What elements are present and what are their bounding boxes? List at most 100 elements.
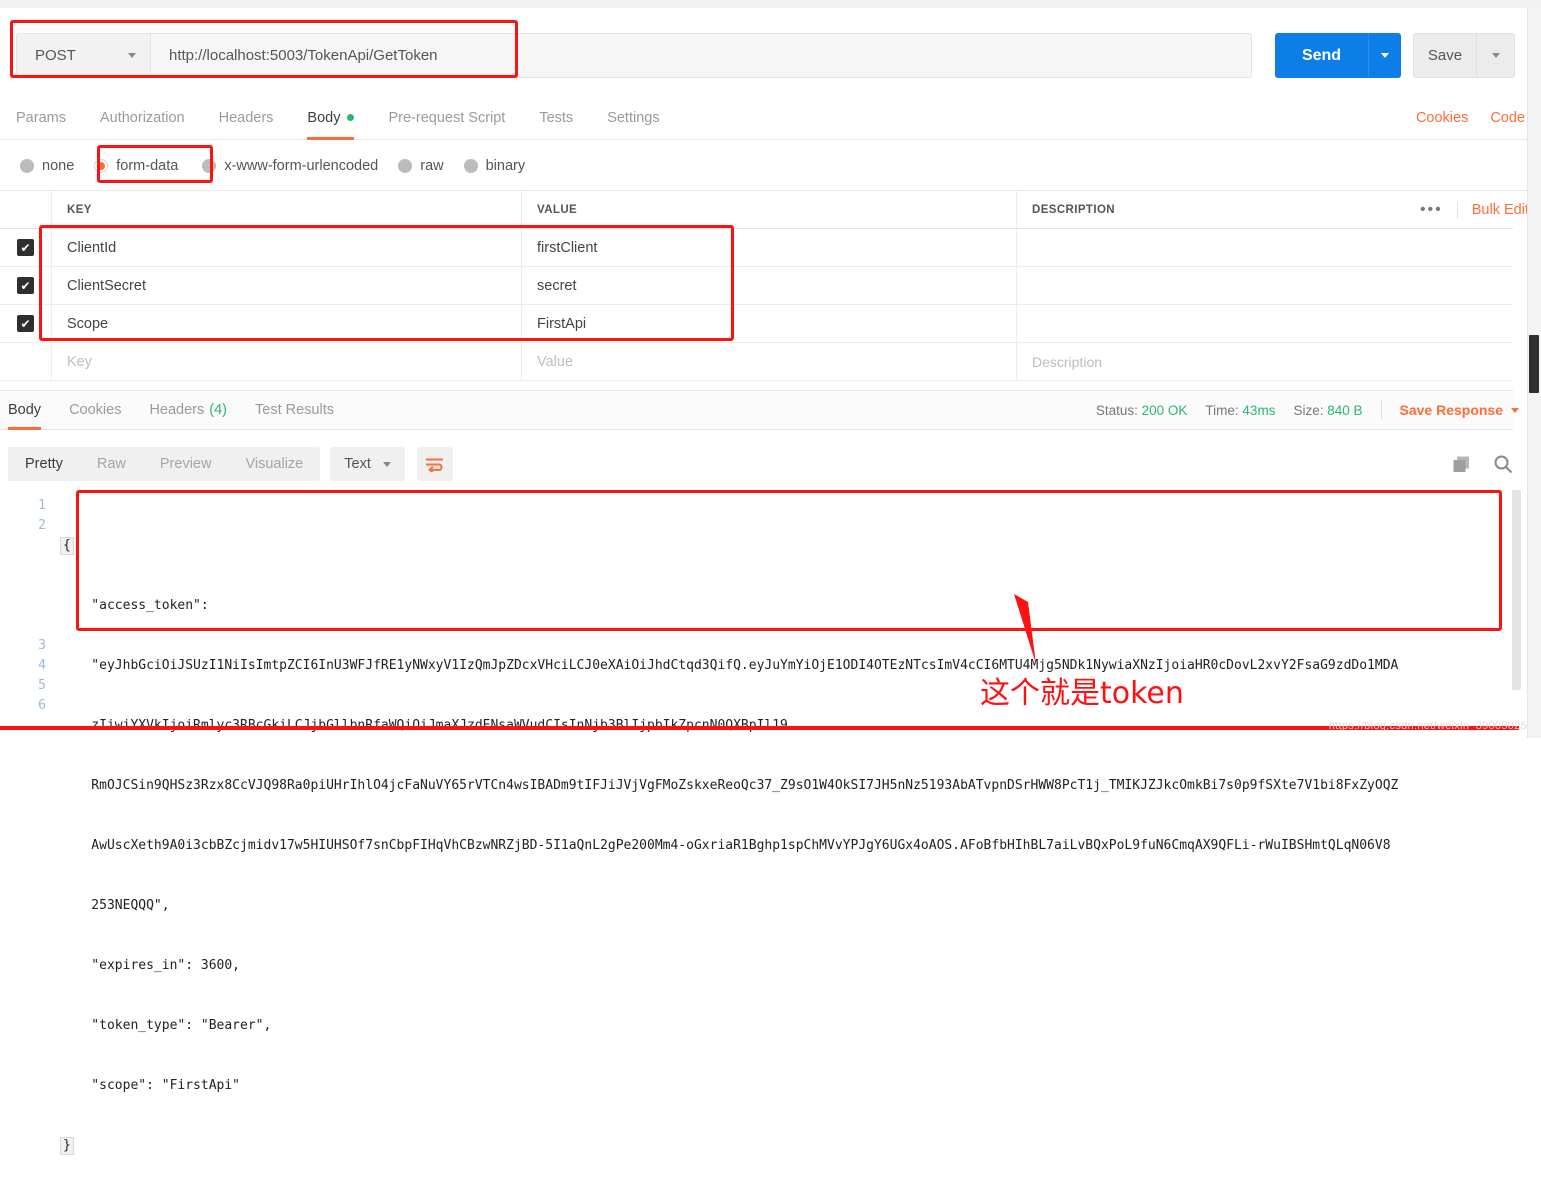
cookies-link[interactable]: Cookies	[1416, 110, 1468, 126]
code-line: "token_type": "Bearer",	[60, 1018, 272, 1033]
row-description-input[interactable]	[1017, 267, 1513, 304]
new-value-input[interactable]: Value	[522, 343, 1017, 380]
new-key-input[interactable]: Key	[52, 343, 522, 380]
divider	[1380, 401, 1382, 419]
response-scrollbar-thumb[interactable]	[1512, 490, 1521, 690]
view-mode-segmented-control: Pretty Raw Preview Visualize	[8, 447, 321, 481]
copy-icon[interactable]	[1452, 455, 1471, 474]
view-mode-raw[interactable]: Raw	[80, 447, 143, 481]
row-description-input[interactable]	[1017, 229, 1513, 266]
radio-icon	[20, 158, 34, 173]
response-tab-headers[interactable]: Headers (4)	[149, 390, 227, 430]
time-value: 43ms	[1242, 402, 1276, 418]
line-number: 4	[38, 658, 46, 673]
response-tab-cookies[interactable]: Cookies	[69, 390, 121, 430]
word-wrap-button[interactable]	[416, 447, 453, 481]
tab-settings[interactable]: Settings	[607, 96, 659, 140]
save-response-label: Save Response	[1399, 402, 1504, 418]
request-url-bar: POST http://localhost:5003/TokenApi/GetT…	[0, 8, 1541, 86]
code-line: {	[60, 536, 1513, 556]
row-key-input[interactable]: Scope	[52, 305, 522, 342]
line-number-spacer	[0, 616, 46, 636]
table-row[interactable]: ClientSecret secret	[0, 267, 1513, 305]
row-description-input[interactable]	[1017, 305, 1513, 342]
save-button[interactable]: Save	[1414, 34, 1476, 77]
new-description-input[interactable]: Description	[1017, 343, 1513, 380]
code-line: AwUscXeth9A0i3cbBZcjmidv17w5HIUHSOf7snCb…	[60, 838, 1391, 853]
row-check-cell	[0, 267, 52, 304]
row-check-cell	[0, 229, 52, 266]
response-tab-test-results[interactable]: Test Results	[255, 390, 334, 430]
chevron-down-icon	[1491, 53, 1500, 58]
tab-tests[interactable]: Tests	[539, 96, 573, 140]
chevron-down-icon	[382, 461, 391, 467]
code-text[interactable]: { "access_token": "eyJhbGciOiJSUzI1NiIsI…	[60, 488, 1513, 1155]
chevron-down-icon	[128, 53, 136, 58]
url-input[interactable]: http://localhost:5003/TokenApi/GetToken	[151, 34, 1251, 77]
bulk-edit-button[interactable]: Bulk Edit	[1472, 202, 1529, 218]
send-button[interactable]: Send	[1275, 33, 1368, 78]
response-tab-body[interactable]: Body	[8, 390, 42, 430]
headers-count: (4)	[209, 402, 227, 418]
body-type-binary[interactable]: binary	[463, 158, 525, 174]
row-value-input[interactable]: secret	[522, 267, 1017, 304]
row-key-input[interactable]: ClientSecret	[52, 267, 522, 304]
response-meta: Status: 200 OK Time: 43ms Size: 840 B Sa…	[1096, 390, 1519, 430]
response-body-code[interactable]: 1 2 3 4 5 6 { "access_token": "eyJhbGciO…	[0, 488, 1513, 1155]
save-response-button[interactable]: Save Response	[1399, 402, 1519, 418]
tab-label: Tests	[539, 109, 574, 126]
row-value-input[interactable]: FirstApi	[522, 305, 1017, 342]
window-top-strip	[0, 0, 1541, 8]
view-mode-preview[interactable]: Preview	[143, 447, 229, 481]
method-and-url-group: POST http://localhost:5003/TokenApi/GetT…	[16, 33, 1252, 78]
window-scrollbar-thumb[interactable]	[1529, 335, 1539, 393]
tab-body[interactable]: Body	[307, 96, 355, 140]
row-value-input[interactable]: firstClient	[522, 229, 1017, 266]
table-row[interactable]: ClientId firstClient	[0, 229, 1513, 267]
table-header-row: KEY VALUE DESCRIPTION	[0, 191, 1513, 229]
tab-authorization[interactable]: Authorization	[100, 96, 185, 140]
response-view-icons	[1452, 440, 1513, 488]
code-line: RmOJCSin9QHSz3Rzx8CcVJQ98Ra0piUHrIhlO4jc…	[60, 778, 1399, 793]
http-method-dropdown[interactable]: POST	[17, 34, 151, 77]
tab-label: Params	[16, 109, 66, 126]
body-type-x-www-form-urlencoded[interactable]: x-www-form-urlencoded	[202, 158, 378, 174]
response-view-toolbar: Pretty Raw Preview Visualize Text	[0, 440, 1513, 488]
line-number-spacer	[0, 556, 46, 576]
tab-pre-request-script[interactable]: Pre-request Script	[388, 96, 505, 140]
format-dropdown[interactable]: Text	[330, 447, 405, 481]
tab-headers[interactable]: Headers	[219, 96, 274, 140]
view-mode-visualize[interactable]: Visualize	[228, 447, 320, 481]
view-mode-pretty[interactable]: Pretty	[8, 447, 80, 481]
code-link[interactable]: Code	[1490, 110, 1525, 126]
radio-label: raw	[420, 157, 444, 174]
table-row-empty[interactable]: Key Value Description	[0, 343, 1513, 381]
table-row[interactable]: Scope FirstApi	[0, 305, 1513, 343]
send-options-button[interactable]	[1368, 33, 1401, 78]
row-checkbox[interactable]	[17, 239, 34, 256]
chevron-down-icon	[1381, 53, 1389, 58]
request-bar-links: Cookies Code	[1416, 96, 1525, 140]
line-number-spacer	[0, 576, 46, 596]
body-type-raw[interactable]: raw	[398, 157, 444, 174]
line-number-gutter: 1 2 3 4 5 6	[0, 488, 60, 728]
tab-label: Authorization	[99, 109, 185, 126]
row-key-input[interactable]: ClientId	[52, 229, 522, 266]
table-actions: ••• Bulk Edit	[1412, 191, 1529, 229]
code-brace-close: }	[60, 1137, 74, 1155]
radio-icon	[463, 158, 478, 173]
save-options-button[interactable]	[1476, 34, 1514, 77]
row-checkbox[interactable]	[17, 315, 34, 332]
tab-label: Body	[8, 402, 42, 418]
line-number: 5	[38, 678, 46, 693]
body-type-form-data[interactable]: form-data	[94, 158, 178, 174]
search-icon[interactable]	[1493, 454, 1513, 474]
line-number-spacer	[0, 536, 46, 556]
row-check-cell	[0, 343, 52, 380]
tab-params[interactable]: Params	[16, 96, 66, 140]
more-options-icon[interactable]: •••	[1412, 201, 1443, 219]
status-value: 200 OK	[1141, 402, 1188, 418]
tab-label: Settings	[607, 109, 660, 126]
body-type-none[interactable]: none	[20, 158, 74, 174]
row-checkbox[interactable]	[17, 277, 34, 294]
